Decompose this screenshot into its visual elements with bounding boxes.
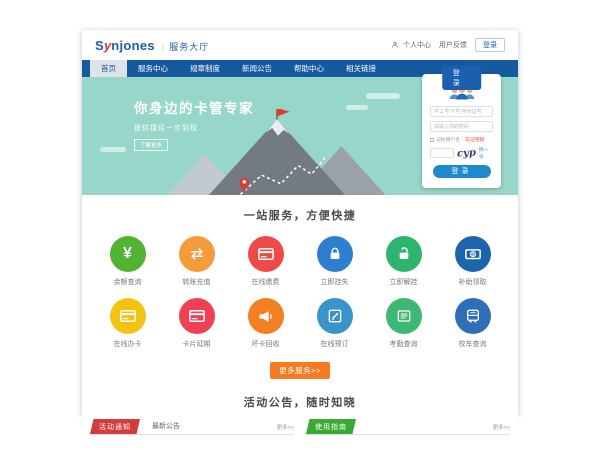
services-title: 一站服务，方便快捷 xyxy=(82,207,518,223)
service-item-unlock[interactable]: 立即解挂 xyxy=(369,236,438,287)
site-container: S y njones | 服务大厅 个人中心 用户反馈 登录 首页 服务中心 规… xyxy=(82,30,518,415)
remember-checkbox[interactable] xyxy=(430,138,434,142)
captcha-refresh-link[interactable]: 换一张 xyxy=(479,146,493,160)
announcement-panel-right: 使用指南 更多>> xyxy=(306,419,510,435)
tab-latest-announcements[interactable]: 最新公告 xyxy=(152,421,180,434)
captcha-image[interactable]: cyp xyxy=(457,147,477,159)
service-label: 坏卡回收 xyxy=(231,339,300,349)
announcements-section: 活动公告，随时知晓 活动通知 最新公告 更多>> 使用指南 更多>> xyxy=(82,379,518,435)
announcement-tabs: 活动通知 最新公告 更多>> 使用指南 更多>> xyxy=(90,419,510,435)
service-item-subsidy[interactable]: $ 补助领取 xyxy=(438,236,507,287)
cloud-decoration xyxy=(100,147,126,152)
unlock-icon xyxy=(386,236,422,272)
transfer-icon xyxy=(179,236,215,272)
header-login-button[interactable]: 登录 xyxy=(475,38,505,52)
login-options-row: 记住用户名 | 忘记密码 xyxy=(430,136,493,143)
service-label: 卡片延期 xyxy=(162,339,231,349)
captcha-row: cyp 换一张 xyxy=(430,146,493,160)
separator: | xyxy=(462,137,463,142)
logo-divider: | xyxy=(162,42,164,52)
bank-card-icon xyxy=(110,298,146,334)
cloud-decoration xyxy=(366,93,400,99)
hero-cta-button[interactable]: 了解更多 xyxy=(134,139,168,151)
nav-item-links[interactable]: 相关链接 xyxy=(335,60,387,77)
service-item-balance[interactable]: ¥ 余额查询 xyxy=(93,236,162,287)
site-name: 服务大厅 xyxy=(169,40,209,53)
more-link-left[interactable]: 更多>> xyxy=(277,423,294,434)
service-item-apply-card[interactable]: 在线办卡 xyxy=(93,298,162,349)
header-link-personal-center[interactable]: 个人中心 xyxy=(403,40,431,50)
yen-icon: ¥ xyxy=(110,236,146,272)
services-grid: ¥ 余额查询 转账充值 在线缴费 立即挂失 xyxy=(93,236,507,349)
service-label: 余额查询 xyxy=(93,277,162,287)
logo-text: S xyxy=(95,38,104,53)
user-icon xyxy=(391,41,399,49)
service-label: 立即挂失 xyxy=(300,277,369,287)
header-right: 个人中心 用户反馈 登录 xyxy=(391,38,505,52)
bank-card-icon xyxy=(248,236,284,272)
login-submit-button[interactable]: 登录 xyxy=(433,165,491,178)
password-input[interactable] xyxy=(430,121,493,132)
bus-icon xyxy=(455,298,491,334)
forgot-password-link[interactable]: 忘记密码 xyxy=(465,136,484,143)
announcements-title: 活动公告，随时知晓 xyxy=(82,394,518,410)
bank-card-icon xyxy=(179,298,215,334)
tab-activity-notice[interactable]: 活动通知 xyxy=(90,419,140,434)
nav-item-home[interactable]: 首页 xyxy=(90,60,127,77)
service-label: 在线办卡 xyxy=(93,339,162,349)
service-item-school-bus[interactable]: 校车查询 xyxy=(438,298,507,349)
service-label: 考勤查询 xyxy=(369,339,438,349)
megaphone-icon xyxy=(248,298,284,334)
more-services-button[interactable]: 更多服务>> xyxy=(270,362,330,379)
login-panel: 登录 记住用户名 | 忘记密码 cyp 换一张 登录 xyxy=(422,74,501,188)
services-section: 一站服务，方便快捷 ¥ 余额查询 转账充值 在线缴费 xyxy=(82,195,518,379)
site-header: S y njones | 服务大厅 个人中心 用户反馈 登录 xyxy=(82,30,518,60)
service-item-transfer[interactable]: 转账充值 xyxy=(162,236,231,287)
service-item-card-recycle[interactable]: 坏卡回收 xyxy=(231,298,300,349)
tab-user-guide[interactable]: 使用指南 xyxy=(306,419,356,434)
service-label: 立即解挂 xyxy=(369,277,438,287)
lock-icon xyxy=(317,236,353,272)
service-item-report-loss[interactable]: 立即挂失 xyxy=(300,236,369,287)
edit-icon xyxy=(317,298,353,334)
logo-accent: y xyxy=(104,38,111,53)
hero-title: 你身边的卡管专家 xyxy=(134,97,254,117)
hero-subtitle: 提供捷径一步到校 xyxy=(134,123,254,133)
more-link-right[interactable]: 更多>> xyxy=(493,423,510,434)
nav-item-rules[interactable]: 规章制度 xyxy=(179,60,231,77)
service-item-online-booking[interactable]: 在线预订 xyxy=(300,298,369,349)
username-input[interactable] xyxy=(430,106,493,117)
service-label: 转账充值 xyxy=(162,277,231,287)
logo-text-rest: njones xyxy=(111,38,155,53)
service-label: 校车查询 xyxy=(438,339,507,349)
announcement-panel-left: 活动通知 最新公告 更多>> xyxy=(90,419,294,435)
service-item-online-payment[interactable]: 在线缴费 xyxy=(231,236,300,287)
nav-item-service-center[interactable]: 服务中心 xyxy=(127,60,179,77)
service-item-attendance[interactable]: 考勤查询 xyxy=(369,298,438,349)
list-icon xyxy=(386,298,422,334)
logo[interactable]: S y njones | 服务大厅 xyxy=(95,38,209,53)
page-canvas: S y njones | 服务大厅 个人中心 用户反馈 登录 首页 服务中心 规… xyxy=(0,0,600,450)
nav-item-help-center[interactable]: 帮助中心 xyxy=(283,60,335,77)
svg-text:$: $ xyxy=(471,252,474,258)
remember-label: 记住用户名 xyxy=(436,136,460,143)
captcha-input[interactable] xyxy=(430,148,454,158)
login-tab[interactable]: 登录 xyxy=(442,66,482,90)
hero-text: 你身边的卡管专家 提供捷径一步到校 了解更多 xyxy=(134,97,254,152)
header-link-user-feedback[interactable]: 用户反馈 xyxy=(439,40,467,50)
nav-item-news[interactable]: 新闻公告 xyxy=(231,60,283,77)
service-label: 在线预订 xyxy=(300,339,369,349)
service-label: 在线缴费 xyxy=(231,277,300,287)
service-item-card-extension[interactable]: 卡片延期 xyxy=(162,298,231,349)
service-label: 补助领取 xyxy=(438,277,507,287)
banknote-icon: $ xyxy=(455,236,491,272)
